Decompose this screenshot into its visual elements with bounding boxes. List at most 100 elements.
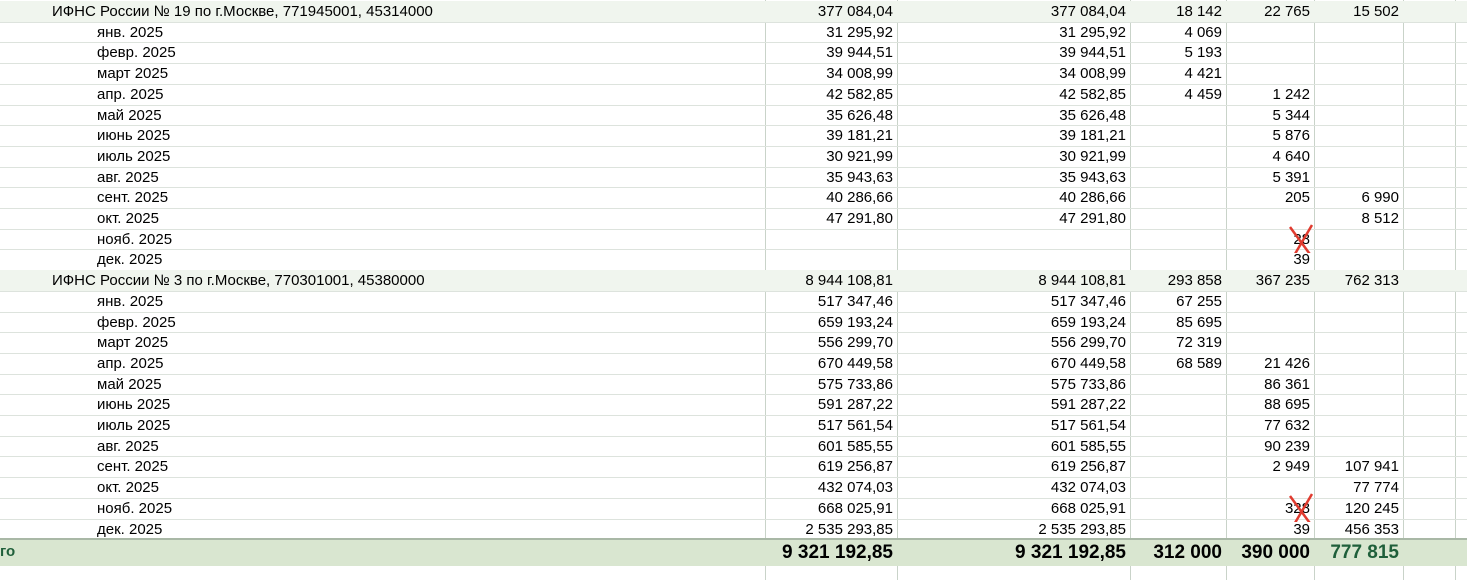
total-value-c2[interactable]: 9 321 192,85 — [897, 539, 1130, 565]
value-cell-c4[interactable]: 86 361 — [1226, 374, 1314, 395]
value-cell-c1[interactable]: 34 008,99 — [765, 63, 897, 84]
value-cell-c2[interactable]: 517 347,46 — [897, 291, 1130, 312]
value-cell-c1[interactable]: 591 287,22 — [765, 394, 897, 415]
value-cell-c2[interactable]: 575 733,86 — [897, 374, 1130, 395]
value-cell-c2[interactable]: 2 535 293,85 — [897, 519, 1130, 540]
value-cell-c2[interactable]: 40 286,66 — [897, 187, 1130, 208]
month-row[interactable]: май 2025 35 626,48 35 626,48 5 344 — [0, 105, 1467, 126]
month-row[interactable]: март 2025 556 299,70 556 299,70 72 319 — [0, 332, 1467, 353]
month-row[interactable]: июль 2025 517 561,54 517 561,54 77 632 — [0, 415, 1467, 436]
total-value-c1[interactable]: 9 321 192,85 — [765, 539, 897, 565]
value-cell-c5[interactable]: 120 245 — [1314, 498, 1403, 519]
value-cell-c2[interactable] — [897, 249, 1130, 270]
value-cell-c2[interactable]: 668 025,91 — [897, 498, 1130, 519]
month-row[interactable]: сент. 2025 40 286,66 40 286,66 205 6 990 — [0, 187, 1467, 208]
value-cell-c2[interactable]: 377 084,04 — [897, 1, 1130, 22]
value-cell-c2[interactable]: 34 008,99 — [897, 63, 1130, 84]
value-cell-c5[interactable] — [1314, 146, 1403, 167]
group-row[interactable]: ИФНС России № 19 по г.Москве, 771945001,… — [0, 1, 1467, 22]
value-cell-c5[interactable] — [1314, 229, 1403, 250]
value-cell-c1[interactable]: 31 295,92 — [765, 22, 897, 43]
value-cell-c5[interactable]: 456 353 — [1314, 519, 1403, 540]
value-cell-c1[interactable]: 517 561,54 — [765, 415, 897, 436]
value-cell-c5[interactable]: 762 313 — [1314, 270, 1403, 291]
value-cell-c3[interactable] — [1130, 415, 1226, 436]
value-cell-c2[interactable]: 35 943,63 — [897, 167, 1130, 188]
row-label-cell[interactable]: ИФНС России № 3 по г.Москве, 770301001, … — [0, 270, 765, 291]
value-cell-c5[interactable] — [1314, 167, 1403, 188]
value-cell-c5[interactable] — [1314, 42, 1403, 63]
value-cell-c5[interactable] — [1314, 249, 1403, 270]
value-cell-c3[interactable] — [1130, 498, 1226, 519]
month-row[interactable]: май 2025 575 733,86 575 733,86 86 361 — [0, 374, 1467, 395]
value-cell-c4[interactable]: 1 242 — [1226, 84, 1314, 105]
value-cell-c3[interactable] — [1130, 146, 1226, 167]
row-label-cell[interactable]: дек. 2025 — [0, 249, 765, 270]
month-row[interactable]: нояб. 2025 668 025,91 668 025,91 328 120 245 — [0, 498, 1467, 519]
total-value-c4[interactable]: 390 000 — [1226, 539, 1314, 565]
row-label-cell[interactable]: март 2025 — [0, 332, 765, 353]
month-row[interactable]: апр. 2025 670 449,58 670 449,58 68 589 21 42… — [0, 353, 1467, 374]
value-cell-c4[interactable]: 2 949 — [1226, 456, 1314, 477]
month-row[interactable]: дек. 2025 2 535 293,85 2 535 293,85 39 456 3… — [0, 519, 1467, 540]
month-row[interactable]: февр. 2025 659 193,24 659 193,24 85 695 — [0, 312, 1467, 333]
value-cell-c4[interactable] — [1226, 332, 1314, 353]
value-cell-c4[interactable]: 5 876 — [1226, 125, 1314, 146]
value-cell-c5[interactable] — [1314, 63, 1403, 84]
value-cell-c5[interactable] — [1314, 332, 1403, 353]
value-cell-c3[interactable] — [1130, 208, 1226, 229]
value-cell-c3[interactable] — [1130, 167, 1226, 188]
month-row[interactable]: июнь 2025 591 287,22 591 287,22 88 695 — [0, 394, 1467, 415]
value-cell-c2[interactable]: 47 291,80 — [897, 208, 1130, 229]
value-cell-c4[interactable]: 21 426 — [1226, 353, 1314, 374]
value-cell-c3[interactable] — [1130, 456, 1226, 477]
value-cell-c1[interactable]: 47 291,80 — [765, 208, 897, 229]
value-cell-c1[interactable]: 659 193,24 — [765, 312, 897, 333]
value-cell-c4[interactable]: 22 765 — [1226, 1, 1314, 22]
value-cell-c1[interactable]: 556 299,70 — [765, 332, 897, 353]
value-cell-c1[interactable]: 35 943,63 — [765, 167, 897, 188]
value-cell-c1[interactable]: 575 733,86 — [765, 374, 897, 395]
row-label-cell[interactable]: май 2025 — [0, 374, 765, 395]
value-cell-c3[interactable] — [1130, 519, 1226, 540]
value-cell-c2[interactable]: 556 299,70 — [897, 332, 1130, 353]
value-cell-c4[interactable]: 205 — [1226, 187, 1314, 208]
row-label-cell[interactable]: авг. 2025 — [0, 167, 765, 188]
value-cell-c5[interactable] — [1314, 415, 1403, 436]
month-row[interactable]: июнь 2025 39 181,21 39 181,21 5 876 — [0, 125, 1467, 146]
value-cell-c5[interactable] — [1314, 291, 1403, 312]
value-cell-c2[interactable]: 8 944 108,81 — [897, 270, 1130, 291]
row-label-cell[interactable]: февр. 2025 — [0, 312, 765, 333]
value-cell-c4[interactable] — [1226, 291, 1314, 312]
value-cell-c2[interactable]: 619 256,87 — [897, 456, 1130, 477]
value-cell-c5[interactable]: 107 941 — [1314, 456, 1403, 477]
month-row[interactable]: окт. 2025 47 291,80 47 291,80 8 512 — [0, 208, 1467, 229]
row-label-cell[interactable]: февр. 2025 — [0, 42, 765, 63]
row-label-cell[interactable]: дек. 2025 — [0, 519, 765, 540]
month-row[interactable]: янв. 2025 31 295,92 31 295,92 4 069 — [0, 22, 1467, 43]
value-cell-c3[interactable] — [1130, 125, 1226, 146]
value-cell-c3[interactable] — [1130, 229, 1226, 250]
value-cell-c5[interactable] — [1314, 84, 1403, 105]
total-value-c5[interactable]: 777 815 — [1314, 539, 1403, 565]
value-cell-c5[interactable] — [1314, 436, 1403, 457]
value-cell-c2[interactable]: 30 921,99 — [897, 146, 1130, 167]
month-row[interactable]: сент. 2025 619 256,87 619 256,87 2 949 107 9… — [0, 456, 1467, 477]
value-cell-c1[interactable]: 517 347,46 — [765, 291, 897, 312]
row-label-cell[interactable]: сент. 2025 — [0, 456, 765, 477]
value-cell-c5[interactable] — [1314, 312, 1403, 333]
value-cell-c2[interactable]: 659 193,24 — [897, 312, 1130, 333]
value-cell-c2[interactable]: 591 287,22 — [897, 394, 1130, 415]
value-cell-c5[interactable] — [1314, 374, 1403, 395]
value-cell-c1[interactable]: 619 256,87 — [765, 456, 897, 477]
month-row[interactable]: авг. 2025 35 943,63 35 943,63 5 391 — [0, 167, 1467, 188]
value-cell-c3[interactable] — [1130, 249, 1226, 270]
value-cell-c2[interactable]: 670 449,58 — [897, 353, 1130, 374]
value-cell-c3[interactable]: 85 695 — [1130, 312, 1226, 333]
value-cell-c5[interactable] — [1314, 22, 1403, 43]
value-cell-c3[interactable]: 5 193 — [1130, 42, 1226, 63]
value-cell-c1[interactable]: 601 585,55 — [765, 436, 897, 457]
row-label-cell[interactable]: ИФНС России № 19 по г.Москве, 771945001,… — [0, 1, 765, 22]
month-row[interactable]: июль 2025 30 921,99 30 921,99 4 640 — [0, 146, 1467, 167]
value-cell-c3[interactable]: 4 069 — [1130, 22, 1226, 43]
